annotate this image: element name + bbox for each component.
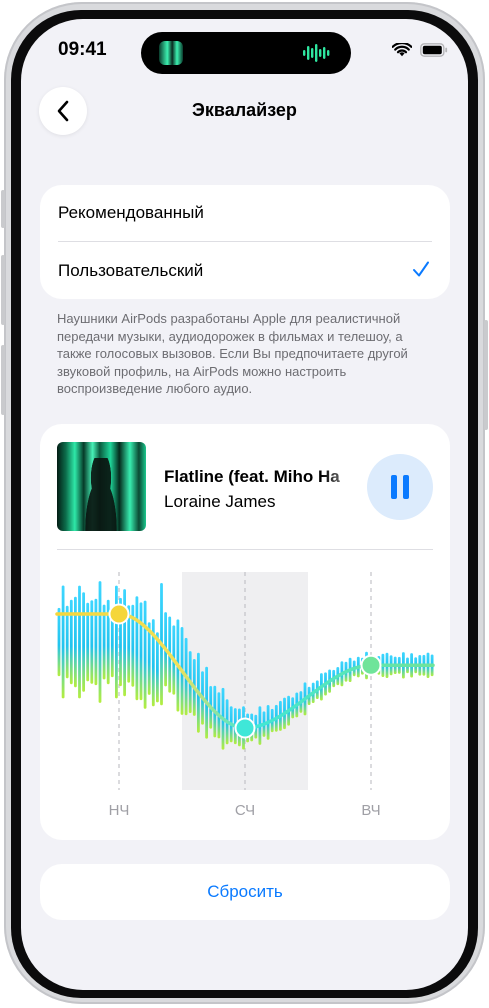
band-label-mid: СЧ <box>234 802 256 819</box>
option-label: Пользовательский <box>58 260 204 280</box>
artwork-silhouette <box>79 458 123 531</box>
pause-button[interactable] <box>367 454 433 520</box>
checkmark-icon <box>413 261 429 277</box>
track-artist: Loraine James <box>164 492 276 511</box>
option-custom[interactable]: Пользовательский <box>58 242 432 299</box>
pause-icon <box>391 475 409 499</box>
battery-icon <box>420 43 448 57</box>
waveform-bar <box>57 607 61 677</box>
power-button <box>484 320 488 430</box>
waveform-bar <box>82 592 85 692</box>
band-label-low: НЧ <box>108 802 130 819</box>
option-label: Рекомендованный <box>58 203 204 222</box>
now-playing-artwork <box>159 41 183 65</box>
eq-handle-mid[interactable] <box>234 717 256 739</box>
status-time: 09:41 <box>58 39 107 60</box>
reset-label: Сбросить <box>207 882 283 901</box>
track-title: Flatline (feat. Miho Ha <box>164 467 340 486</box>
status-icons <box>392 43 448 57</box>
action-button <box>1 190 5 228</box>
waveform-bar <box>94 598 98 686</box>
album-artwork <box>57 442 146 531</box>
waveform-icon <box>303 44 330 62</box>
volume-up-button <box>1 255 5 325</box>
page-title: Эквалайзер <box>192 100 297 120</box>
waveform-bar <box>98 581 102 703</box>
eq-handle-low[interactable] <box>108 603 130 625</box>
option-recommended[interactable]: Рекомендованный <box>58 185 432 242</box>
eq-handle-high[interactable] <box>360 654 382 676</box>
waveform-bar <box>135 596 139 701</box>
equalizer-graph[interactable] <box>40 550 450 800</box>
eq-player-card: Flatline (feat. Miho Ha Loraine James НЧ… <box>40 424 450 840</box>
waveform-bar <box>139 602 143 701</box>
screen: 09:41 Эквалайзер Рекомендованный Пользов… <box>21 19 468 990</box>
waveform-bar <box>65 605 69 679</box>
waveform-bar <box>78 585 81 699</box>
waveform-bar <box>102 604 106 680</box>
band-label-high: ВЧ <box>361 802 381 819</box>
eq-options-list: Рекомендованный Пользовательский <box>40 185 450 299</box>
wifi-icon <box>392 43 412 57</box>
footnote: Наушники AirPods разработаны Apple для р… <box>57 311 408 396</box>
waveform-bar <box>61 585 65 699</box>
waveform-bar <box>143 600 147 709</box>
reset-button[interactable]: Сбросить <box>40 864 450 920</box>
waveform-bar <box>115 585 118 699</box>
dynamic-island[interactable] <box>141 32 351 74</box>
volume-down-button <box>1 345 5 415</box>
waveform-bar <box>74 596 77 688</box>
